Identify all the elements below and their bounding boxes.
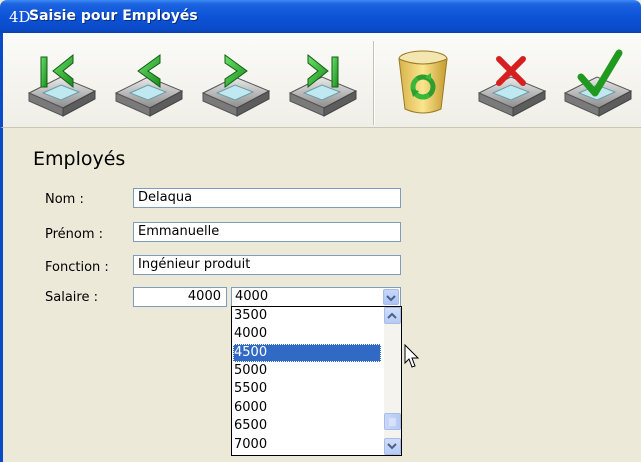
window-title: Saisie pour Employés: [29, 8, 198, 24]
title-bar[interactable]: 4D Saisie pour Employés: [0, 0, 641, 33]
last-record-icon: [288, 53, 358, 117]
validate-button[interactable]: [559, 45, 637, 120]
scroll-thumb[interactable]: [384, 413, 401, 430]
cancel-button[interactable]: [473, 45, 551, 120]
prenom-field[interactable]: Emmanuelle: [133, 222, 401, 242]
mouse-cursor-icon: [404, 344, 420, 368]
form-title: Employés: [33, 148, 126, 170]
salaire-label: Salaire :: [45, 290, 98, 305]
last-record-button[interactable]: [284, 45, 362, 120]
next-record-button[interactable]: [197, 45, 275, 120]
fonction-label: Fonction :: [45, 260, 109, 275]
trash-icon: [398, 50, 448, 114]
nom-field[interactable]: Delaqua: [133, 188, 401, 208]
scroll-up-button[interactable]: [384, 307, 401, 324]
grip-icon: [389, 418, 396, 426]
scroll-down-button[interactable]: [384, 438, 401, 455]
previous-record-button[interactable]: [110, 45, 188, 120]
salary-combo[interactable]: 4000: [231, 287, 401, 307]
combo-dropdown-button[interactable]: [383, 289, 399, 305]
toolbar-separator: [373, 41, 375, 125]
window: 4D Saisie pour Employés Employés Nom: D…: [0, 0, 641, 462]
delete-record-button[interactable]: [387, 45, 465, 120]
salaire-field[interactable]: 4000: [133, 287, 227, 307]
cancel-icon: [477, 56, 547, 117]
toolbar: [0, 33, 641, 128]
checkmark-icon: [563, 49, 633, 117]
list-item[interactable]: 4000: [233, 325, 381, 343]
salary-dropdown-list[interactable]: 3500 4000 4500 5000 5500 6000 6500 7000: [231, 306, 402, 456]
list-item[interactable]: 3500: [233, 307, 381, 325]
first-record-button[interactable]: [23, 45, 101, 120]
list-item[interactable]: 7000: [233, 436, 381, 454]
first-record-icon: [27, 53, 97, 117]
list-item[interactable]: 5000: [233, 362, 381, 380]
fonction-field[interactable]: Ingénieur produit: [133, 255, 401, 275]
nom-label: Nom :: [45, 192, 84, 207]
list-item[interactable]: 5500: [233, 380, 381, 398]
chevron-down-icon: [387, 443, 397, 450]
app-4d-icon: 4D: [9, 8, 31, 26]
scrollbar[interactable]: [384, 307, 401, 455]
list-item[interactable]: 6000: [233, 399, 381, 417]
next-record-icon: [201, 54, 271, 117]
salary-combo-value: 4000: [235, 289, 269, 304]
chevron-up-icon: [387, 312, 397, 319]
chevron-down-icon: [386, 295, 396, 302]
list-item[interactable]: 6500: [233, 417, 381, 435]
list-item-selected[interactable]: 4500: [233, 344, 381, 362]
prenom-label: Prénom :: [45, 227, 104, 242]
previous-record-icon: [114, 54, 184, 117]
